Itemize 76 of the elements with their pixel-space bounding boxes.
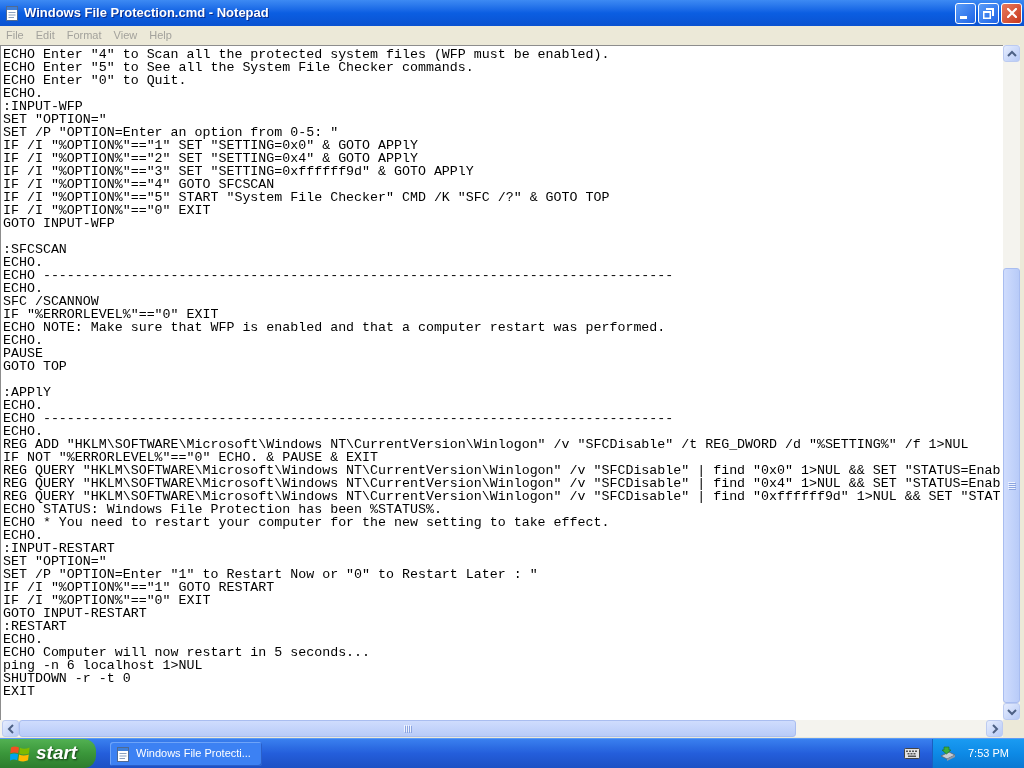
code-line: REG QUERY "HKLM\SOFTWARE\Microsoft\Windows NT\CurrentVersion\Winlogon" /v "SFCDisable" | find "0x4" 1>NUL && SET "STATUS=Enab xyxy=(3,477,1001,490)
code-line: SET "OPTION=" xyxy=(3,113,107,126)
text-editor-field[interactable] xyxy=(0,45,1003,720)
restore-icon xyxy=(983,7,994,19)
code-line: REG ADD "HKLM\SOFTWARE\Microsoft\Windows NT\CurrentVersion\Winlogon" /v "SFCDisable" /t REG_DWORD /d "%SETTING%" /f 1>NUL xyxy=(3,438,969,451)
scroll-up-button[interactable] xyxy=(1003,45,1020,62)
code-line: EXIT xyxy=(3,685,35,698)
code-line: IF /I "%OPTION%"=="3" SET "SETTING=0xffffff9d" & GOTO APPlY xyxy=(3,165,474,178)
window-title: Windows File Protection.cmd - Notepad xyxy=(24,4,269,23)
notepad-icon xyxy=(115,745,131,762)
clock: 7:53 PM xyxy=(968,746,1009,762)
code-line: ECHO. xyxy=(3,425,43,438)
code-line: ping -n 6 localhost 1>NUL xyxy=(3,659,203,672)
start-button[interactable]: start xyxy=(0,739,96,768)
code-line: ECHO Enter "0" to Quit. xyxy=(3,74,187,87)
code-line: ECHO * You need to restart your computer for the new setting to take effect. xyxy=(3,516,610,529)
chevron-right-icon xyxy=(990,723,999,734)
code-line: ECHO NOTE: Make sure that WFP is enabled and that a computer restart was performed. xyxy=(3,321,666,334)
code-line: :RESTART xyxy=(3,620,67,633)
grip-icon xyxy=(403,724,412,733)
code-line: SET /P "OPTION=Enter an option from 0-5: " xyxy=(3,126,339,139)
code-line: GOTO INPUT-WFP xyxy=(3,217,115,230)
chevron-up-icon xyxy=(1006,49,1017,58)
code-line: ECHO. xyxy=(3,87,43,100)
code-line: REG QUERY "HKLM\SOFTWARE\Microsoft\Windows NT\CurrentVersion\Winlogon" /v "SFCDisable" | find "0x0" 1>NUL && SET "STATUS=Enab xyxy=(3,464,1001,477)
code-line: IF /I "%OPTION%"=="2" SET "SETTING=0x4" & GOTO APPlY xyxy=(3,152,418,165)
code-line: IF /I "%OPTION%"=="0" EXIT xyxy=(3,594,211,607)
code-line: ECHO STATUS: Windows File Protection has been %STATUS%. xyxy=(3,503,442,516)
chevron-left-icon xyxy=(6,723,15,734)
scroll-left-button[interactable] xyxy=(2,720,19,737)
scroll-right-button[interactable] xyxy=(986,720,1003,737)
code-line: IF /I "%OPTION%"=="1" GOTO RESTART xyxy=(3,581,275,594)
keyboard-icon[interactable] xyxy=(904,748,920,759)
code-line: SET /P "OPTION=Enter "1" to Restart Now or "0" to Restart Later : " xyxy=(3,568,538,581)
code-line: ECHO. xyxy=(3,529,43,542)
code-line: ECHO Computer will now restart in 5 seconds... xyxy=(3,646,371,659)
hardware-icon[interactable] xyxy=(940,745,956,762)
code-line: ECHO. xyxy=(3,334,43,347)
code-line: GOTO TOP xyxy=(3,360,67,373)
code-line: IF /I "%OPTION%"=="4" GOTO SFCSCAN xyxy=(3,178,275,191)
close-button[interactable] xyxy=(1001,2,1022,24)
code-line: IF NOT "%ERRORLEVEL%"=="0" ECHO. & PAUSE & EXIT xyxy=(3,451,379,464)
code-line: ECHO Enter "4" to Scan all the protected system files (WFP must be enabled). xyxy=(3,48,610,61)
notepad-icon xyxy=(4,5,20,21)
minimize-icon xyxy=(960,15,967,19)
code-line: SET "OPTION=" xyxy=(3,555,107,568)
code-line: :SFCSCAN xyxy=(3,243,67,256)
code-line: GOTO INPUT-RESTART xyxy=(3,607,147,620)
code-line: SHUTDOWN -r -t 0 xyxy=(3,672,131,685)
code-line: IF /I "%OPTION%"=="0" EXIT xyxy=(3,204,211,217)
code-line: :INPUT-RESTART xyxy=(3,542,115,555)
code-line: REG QUERY "HKLM\SOFTWARE\Microsoft\Windows NT\CurrentVersion\Winlogon" /v "SFCDisable" | find "0xffffff9d" 1>NUL && SET "STAT xyxy=(3,490,1001,503)
vertical-scrollbar-thumb[interactable] xyxy=(1003,268,1020,703)
code-line: ECHO. xyxy=(3,282,43,295)
code-line: ECHO. xyxy=(3,399,43,412)
code-line: PAUSE xyxy=(3,347,43,360)
code-line: SFC /SCANNOW xyxy=(3,295,99,308)
code-line: ECHO. xyxy=(3,256,43,269)
code-line: :INPUT-WFP xyxy=(3,100,83,113)
code-line: IF /I "%OPTION%"=="1" SET "SETTING=0x0" & GOTO APPlY xyxy=(3,139,418,152)
code-line: ECHO. xyxy=(3,633,43,646)
code-line: :APPlY xyxy=(3,386,51,399)
code-line: IF /I "%OPTION%"=="5" START "System File Checker" CMD /K "SFC /?" & GOTO TOP xyxy=(3,191,610,204)
minimize-button[interactable] xyxy=(955,2,976,24)
flag-icon xyxy=(10,744,30,763)
chevron-down-icon xyxy=(1006,707,1017,716)
code-line: IF "%ERRORLEVEL%"=="0" EXIT xyxy=(3,308,219,321)
close-icon xyxy=(1006,8,1017,18)
horizontal-scrollbar-thumb[interactable] xyxy=(19,720,796,737)
code-line: ECHO ------------------------------------------------------------------------------- xyxy=(3,412,674,425)
grip-icon xyxy=(1007,481,1016,490)
scroll-down-button[interactable] xyxy=(1003,703,1020,720)
code-line: ECHO Enter "5" to See all the System File Checker commands. xyxy=(3,61,474,74)
taskbar-button[interactable]: Windows File Protecti... xyxy=(110,741,262,766)
restore-button[interactable] xyxy=(978,2,999,24)
code-line: ECHO ------------------------------------------------------------------------------- xyxy=(3,269,674,282)
